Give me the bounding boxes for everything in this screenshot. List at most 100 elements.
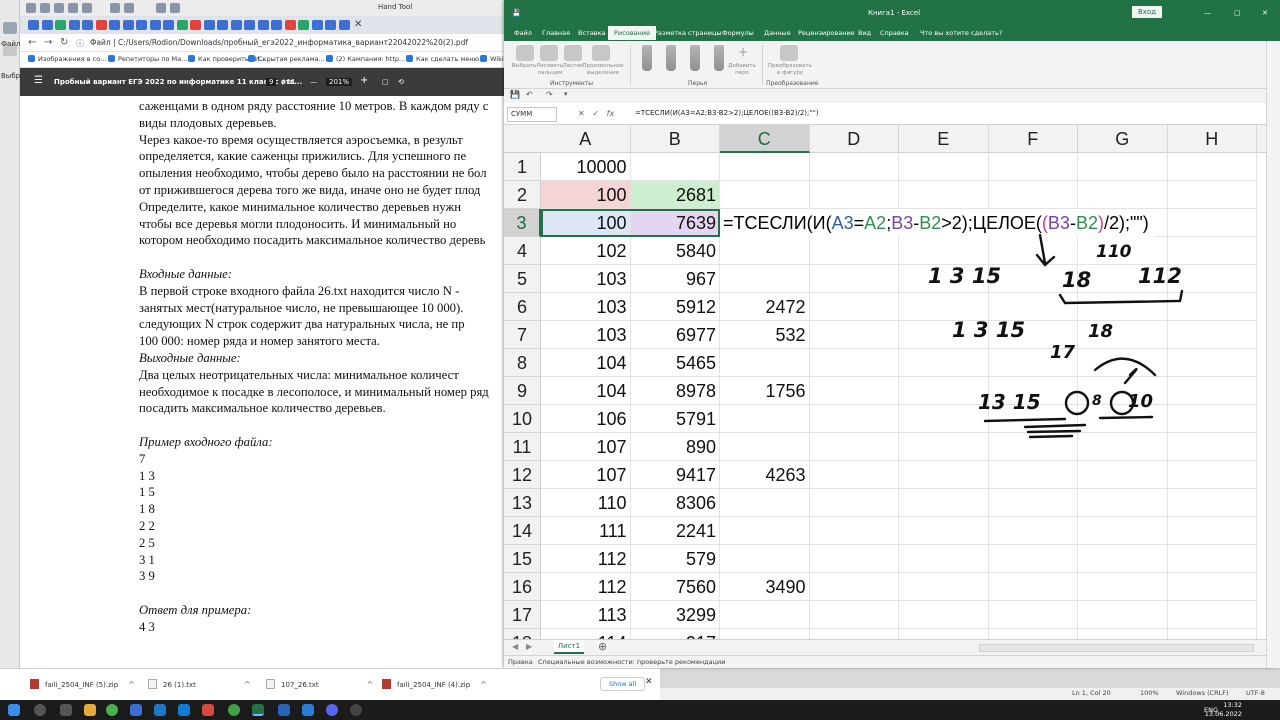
row-header[interactable]: 11 — [504, 433, 541, 461]
chrome-icon[interactable] — [106, 704, 118, 716]
close-tab-icon[interactable]: ✕ — [354, 19, 362, 30]
cell-a9[interactable]: 104 — [541, 377, 631, 405]
empty-cell[interactable] — [899, 489, 989, 517]
empty-cell[interactable] — [809, 405, 899, 433]
sheet-prev-icon[interactable]: ◀ — [512, 642, 518, 651]
row-header[interactable]: 9 — [504, 377, 541, 405]
add-sheet-icon[interactable]: ⊕ — [598, 640, 607, 653]
cell-c6[interactable]: 2472 — [720, 293, 810, 321]
forward-arrow-icon[interactable]: → — [44, 37, 52, 48]
select-icon[interactable] — [516, 45, 534, 61]
browser-tab-icon[interactable] — [82, 20, 93, 30]
draw-finger-icon[interactable] — [540, 45, 558, 61]
browser-tab-icon[interactable] — [55, 20, 66, 30]
cell-b18[interactable]: 917 — [631, 629, 720, 639]
empty-cell[interactable] — [810, 629, 899, 639]
cell-a8[interactable]: 104 — [541, 349, 631, 377]
vscode-icon[interactable] — [302, 704, 314, 716]
cell-b15[interactable]: 579 — [630, 545, 720, 573]
horizontal-scrollbar[interactable] — [979, 644, 1254, 652]
name-box[interactable]: СУММ — [507, 107, 557, 122]
close-downloads-icon[interactable]: ✕ — [645, 677, 653, 687]
ribbon-tab[interactable]: Рецензирование — [794, 28, 859, 38]
cell-c12[interactable]: 4263 — [720, 461, 810, 489]
convert-shape-icon[interactable] — [780, 45, 798, 61]
column-header-d[interactable]: D — [810, 125, 899, 153]
cell-a2[interactable]: 100 — [541, 181, 631, 209]
empty-cell[interactable] — [899, 153, 989, 181]
undo-icon[interactable]: ↶ — [526, 90, 533, 99]
empty-cell[interactable] — [899, 517, 989, 545]
row-header[interactable]: 17 — [504, 601, 541, 629]
empty-cell[interactable] — [1167, 461, 1257, 489]
browser-tab-icon[interactable] — [298, 20, 309, 30]
cell-b9[interactable]: 8978 — [630, 377, 720, 405]
customize-icon[interactable]: ▾ — [564, 90, 568, 98]
row-header[interactable]: 18 — [504, 629, 541, 639]
chevron-up-icon[interactable]: ^ — [128, 680, 135, 689]
cell-c14[interactable] — [720, 517, 810, 545]
empty-cell[interactable] — [988, 489, 1078, 517]
cell-c13[interactable] — [720, 489, 810, 517]
reload-icon[interactable]: ↻ — [60, 37, 68, 48]
sheet-tab-1[interactable]: Лист1 — [554, 640, 584, 654]
select-tool-icon[interactable] — [3, 22, 17, 34]
cell-b7[interactable]: 6977 — [630, 321, 720, 349]
empty-cell[interactable] — [899, 573, 989, 601]
browser-tab-icon[interactable] — [311, 20, 323, 30]
browser-tab-icon[interactable] — [28, 20, 39, 30]
url-field[interactable]: Файл | C:/Users/Rodion/Downloads/пробный… — [90, 36, 468, 50]
rotate-icon[interactable]: ⟲ — [398, 78, 404, 86]
empty-cell[interactable] — [988, 517, 1078, 545]
app-icon[interactable] — [202, 704, 214, 716]
maximize-button[interactable]: ▢ — [1234, 9, 1241, 17]
empty-cell[interactable] — [1167, 489, 1257, 517]
browser-tab-icon[interactable] — [338, 20, 350, 30]
cell-a1[interactable]: 10000 — [541, 153, 631, 181]
bookmark-item[interactable]: Скрытая реклама... — [248, 55, 325, 63]
bookmark-item[interactable]: (2) Кампания: http... — [326, 55, 405, 63]
minimize-button[interactable]: — — [1204, 9, 1211, 17]
empty-cell[interactable] — [988, 181, 1078, 209]
app-icon[interactable] — [228, 704, 240, 716]
browser-tab-icon[interactable] — [244, 20, 255, 30]
lasso-select-icon[interactable] — [592, 45, 610, 61]
explorer-icon[interactable] — [84, 704, 96, 716]
cell-a16[interactable]: 112 — [541, 573, 631, 601]
toolbar-icon[interactable] — [82, 3, 92, 13]
empty-cell[interactable] — [1078, 489, 1168, 517]
edge-icon[interactable] — [178, 704, 190, 716]
empty-cell[interactable] — [809, 601, 899, 629]
download-item[interactable]: 107_26.txt ^ — [266, 679, 373, 689]
toolbar-icon[interactable] — [68, 3, 78, 13]
cell-a10[interactable]: 106 — [541, 405, 631, 433]
empty-cell[interactable] — [1078, 545, 1168, 573]
close-button[interactable]: ✕ — [1262, 9, 1268, 17]
cell-c10[interactable] — [720, 405, 810, 433]
browser-tab-icon[interactable] — [163, 20, 174, 30]
zoom-in-button[interactable]: + — [360, 75, 368, 86]
empty-cell[interactable] — [1167, 153, 1257, 181]
chevron-up-icon[interactable]: ^ — [244, 680, 251, 689]
empty-cell[interactable] — [899, 629, 989, 639]
empty-cell[interactable] — [899, 181, 989, 209]
cell-b1[interactable] — [630, 153, 720, 181]
empty-cell[interactable] — [1168, 629, 1257, 639]
cell-a7[interactable]: 103 — [541, 321, 631, 349]
cell-a11[interactable]: 107 — [541, 433, 631, 461]
menu-icon[interactable]: ☰ — [34, 75, 43, 86]
empty-cell[interactable] — [809, 349, 899, 377]
browser-tab-icon[interactable] — [325, 20, 336, 30]
forward-icon[interactable] — [170, 3, 180, 13]
empty-cell[interactable] — [809, 545, 899, 573]
empty-cell[interactable] — [809, 433, 899, 461]
row-header[interactable]: 15 — [504, 545, 541, 573]
cell-c16[interactable]: 3490 — [720, 573, 810, 601]
ribbon-tab[interactable]: Файл — [510, 28, 536, 38]
cell-c5[interactable] — [720, 265, 810, 293]
cell-b5[interactable]: 967 — [630, 265, 720, 293]
cell-c11[interactable] — [720, 433, 810, 461]
empty-cell[interactable] — [809, 181, 899, 209]
empty-cell[interactable] — [899, 601, 989, 629]
cell-c7[interactable]: 532 — [720, 321, 810, 349]
